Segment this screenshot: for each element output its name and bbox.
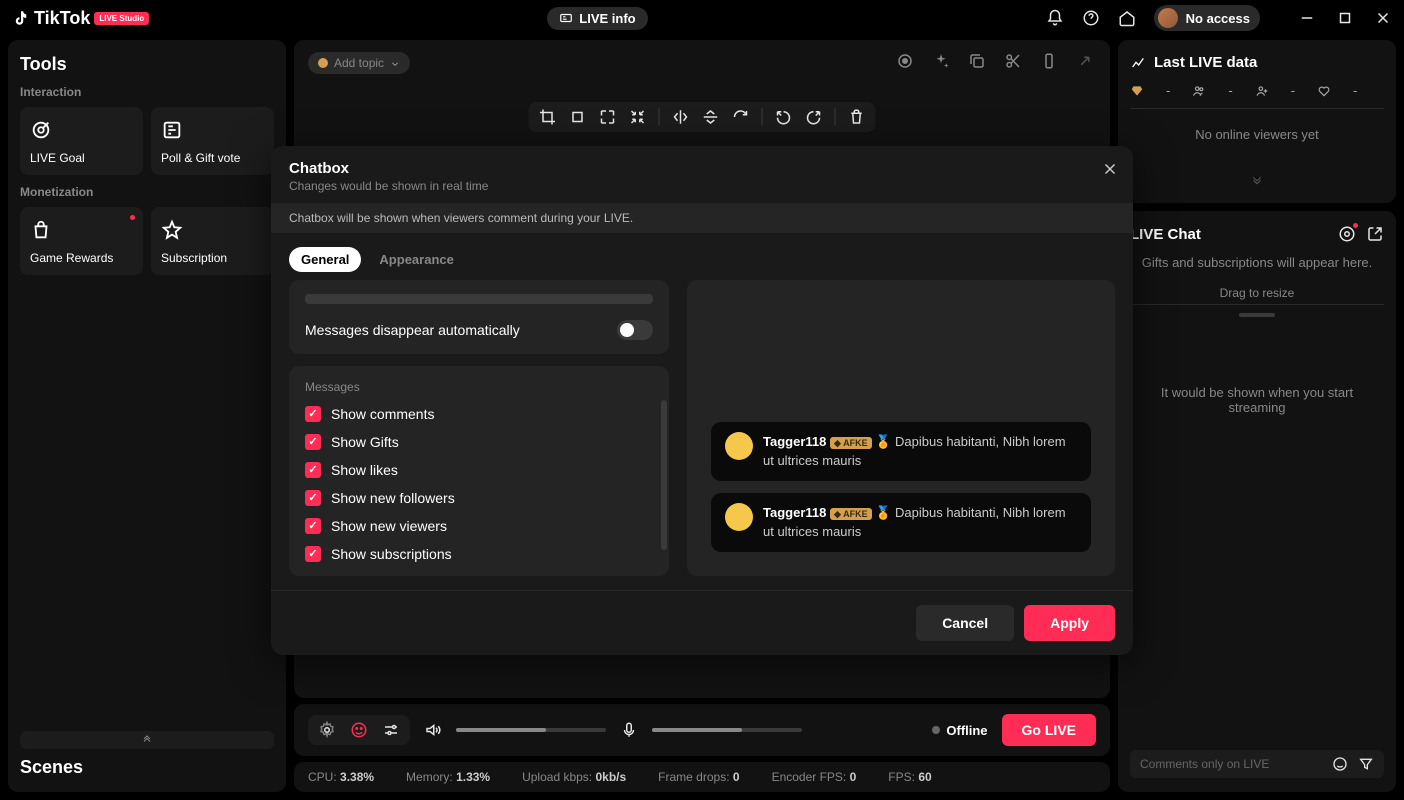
partial-slider[interactable]	[305, 294, 653, 304]
preview-message: Tagger118 ◆ AFKE 🏅 Dapibus habitanti, Ni…	[711, 422, 1091, 481]
check-show-comments[interactable]: ✓Show comments	[305, 406, 653, 422]
modal-title: Chatbox	[289, 160, 1115, 177]
preview-message: Tagger118 ◆ AFKE 🏅 Dapibus habitanti, Ni…	[711, 493, 1091, 552]
disappear-label: Messages disappear automatically	[305, 322, 520, 338]
level-badge: ◆ AFKE	[830, 437, 872, 449]
apply-button[interactable]: Apply	[1024, 605, 1115, 641]
check-show-gifts[interactable]: ✓Show Gifts	[305, 434, 653, 450]
modal-subtitle: Changes would be shown in real time	[289, 179, 1115, 193]
check-show-new-viewers[interactable]: ✓Show new viewers	[305, 518, 653, 534]
tab-general[interactable]: General	[289, 247, 361, 272]
tab-appearance[interactable]: Appearance	[367, 247, 465, 272]
modal-overlay: Chatbox Changes would be shown in real t…	[0, 0, 1404, 800]
scrollbar-thumb[interactable]	[661, 400, 667, 550]
check-show-subscriptions[interactable]: ✓Show subscriptions	[305, 546, 653, 562]
medal-icon: 🏅	[875, 434, 891, 449]
cancel-button[interactable]: Cancel	[916, 605, 1014, 641]
check-show-new-followers[interactable]: ✓Show new followers	[305, 490, 653, 506]
checkmark-icon: ✓	[305, 490, 321, 506]
avatar	[725, 503, 753, 531]
modal-tabs: General Appearance	[271, 233, 1133, 280]
avatar	[725, 432, 753, 460]
disappear-toggle[interactable]	[617, 320, 653, 340]
check-show-likes[interactable]: ✓Show likes	[305, 462, 653, 478]
checkmark-icon: ✓	[305, 406, 321, 422]
checkmark-icon: ✓	[305, 546, 321, 562]
preview-username: Tagger118	[763, 505, 826, 520]
preview-username: Tagger118	[763, 434, 826, 449]
medal-icon: 🏅	[875, 505, 891, 520]
modal-info-strip: Chatbox will be shown when viewers comme…	[271, 203, 1133, 233]
close-icon[interactable]	[1101, 160, 1119, 178]
checkmark-icon: ✓	[305, 434, 321, 450]
chatbox-modal: Chatbox Changes would be shown in real t…	[271, 146, 1133, 655]
messages-label: Messages	[305, 380, 653, 394]
chatbox-preview: Tagger118 ◆ AFKE 🏅 Dapibus habitanti, Ni…	[687, 280, 1115, 576]
checkmark-icon: ✓	[305, 462, 321, 478]
checkmark-icon: ✓	[305, 518, 321, 534]
level-badge: ◆ AFKE	[830, 508, 872, 520]
